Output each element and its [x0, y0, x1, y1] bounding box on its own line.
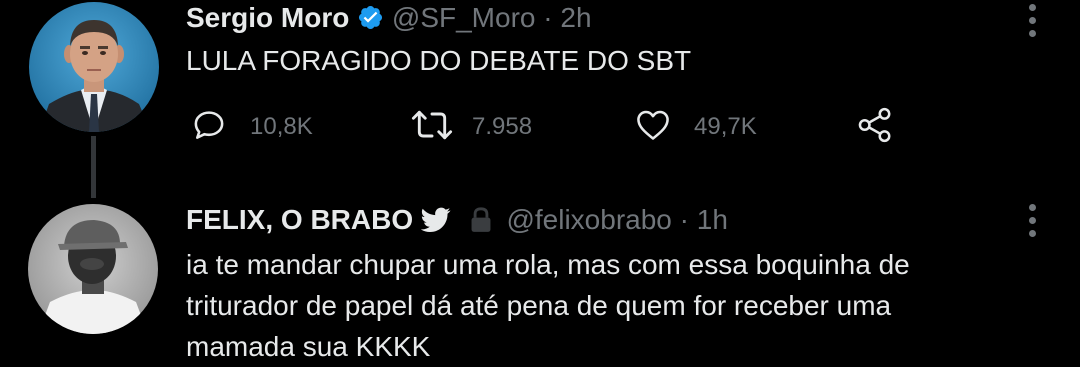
- author-handle[interactable]: @SF_Moro: [392, 2, 536, 33]
- tweet-text: LULA FORAGIDO DO DEBATE DO SBT: [186, 45, 692, 76]
- tweet-header: FELIX, O BRABO @felixobrabo · 1h: [186, 202, 728, 242]
- timestamp[interactable]: 2h: [560, 2, 591, 33]
- more-options-icon[interactable]: [1026, 4, 1038, 43]
- share-icon: [856, 106, 894, 149]
- tweet-header: Sergio Moro @SF_Moro · 2h: [186, 0, 592, 40]
- like-button[interactable]: 49,7K: [634, 107, 757, 147]
- more-options-icon[interactable]: [1026, 204, 1038, 243]
- timestamp[interactable]: 1h: [697, 204, 728, 235]
- share-button[interactable]: [856, 107, 894, 147]
- retweet-button[interactable]: 7.958: [410, 107, 532, 147]
- lock-icon: [469, 206, 493, 242]
- retweet-count: 7.958: [472, 113, 533, 140]
- avatar[interactable]: [28, 204, 158, 334]
- tweet-felix[interactable]: FELIX, O BRABO @felixobrabo · 1h ia te m…: [0, 200, 1080, 362]
- tweet-text: ia te mandar chupar uma rola, mas com es…: [186, 249, 910, 362]
- avatar[interactable]: [29, 2, 159, 132]
- thread-connector-line: [91, 136, 96, 198]
- heart-icon: [634, 106, 672, 149]
- bird-emoji-icon: [420, 206, 451, 242]
- reply-button[interactable]: 10,8K: [190, 107, 313, 147]
- tweet-sergio-moro[interactable]: Sergio Moro @SF_Moro · 2h LULA FORAGIDO …: [0, 0, 1080, 200]
- verified-badge-icon: [357, 4, 384, 40]
- profile-photo: [29, 2, 159, 132]
- author-name[interactable]: Sergio Moro: [186, 2, 349, 33]
- separator-dot: ·: [543, 2, 553, 33]
- reply-icon: [190, 106, 228, 149]
- like-count: 49,7K: [694, 113, 757, 140]
- reply-count: 10,8K: [250, 113, 313, 140]
- author-handle[interactable]: @felixobrabo: [506, 204, 671, 235]
- profile-photo: [28, 204, 158, 334]
- retweet-icon: [410, 106, 454, 149]
- author-name[interactable]: FELIX, O BRABO: [186, 204, 413, 235]
- separator-dot: ·: [679, 204, 689, 235]
